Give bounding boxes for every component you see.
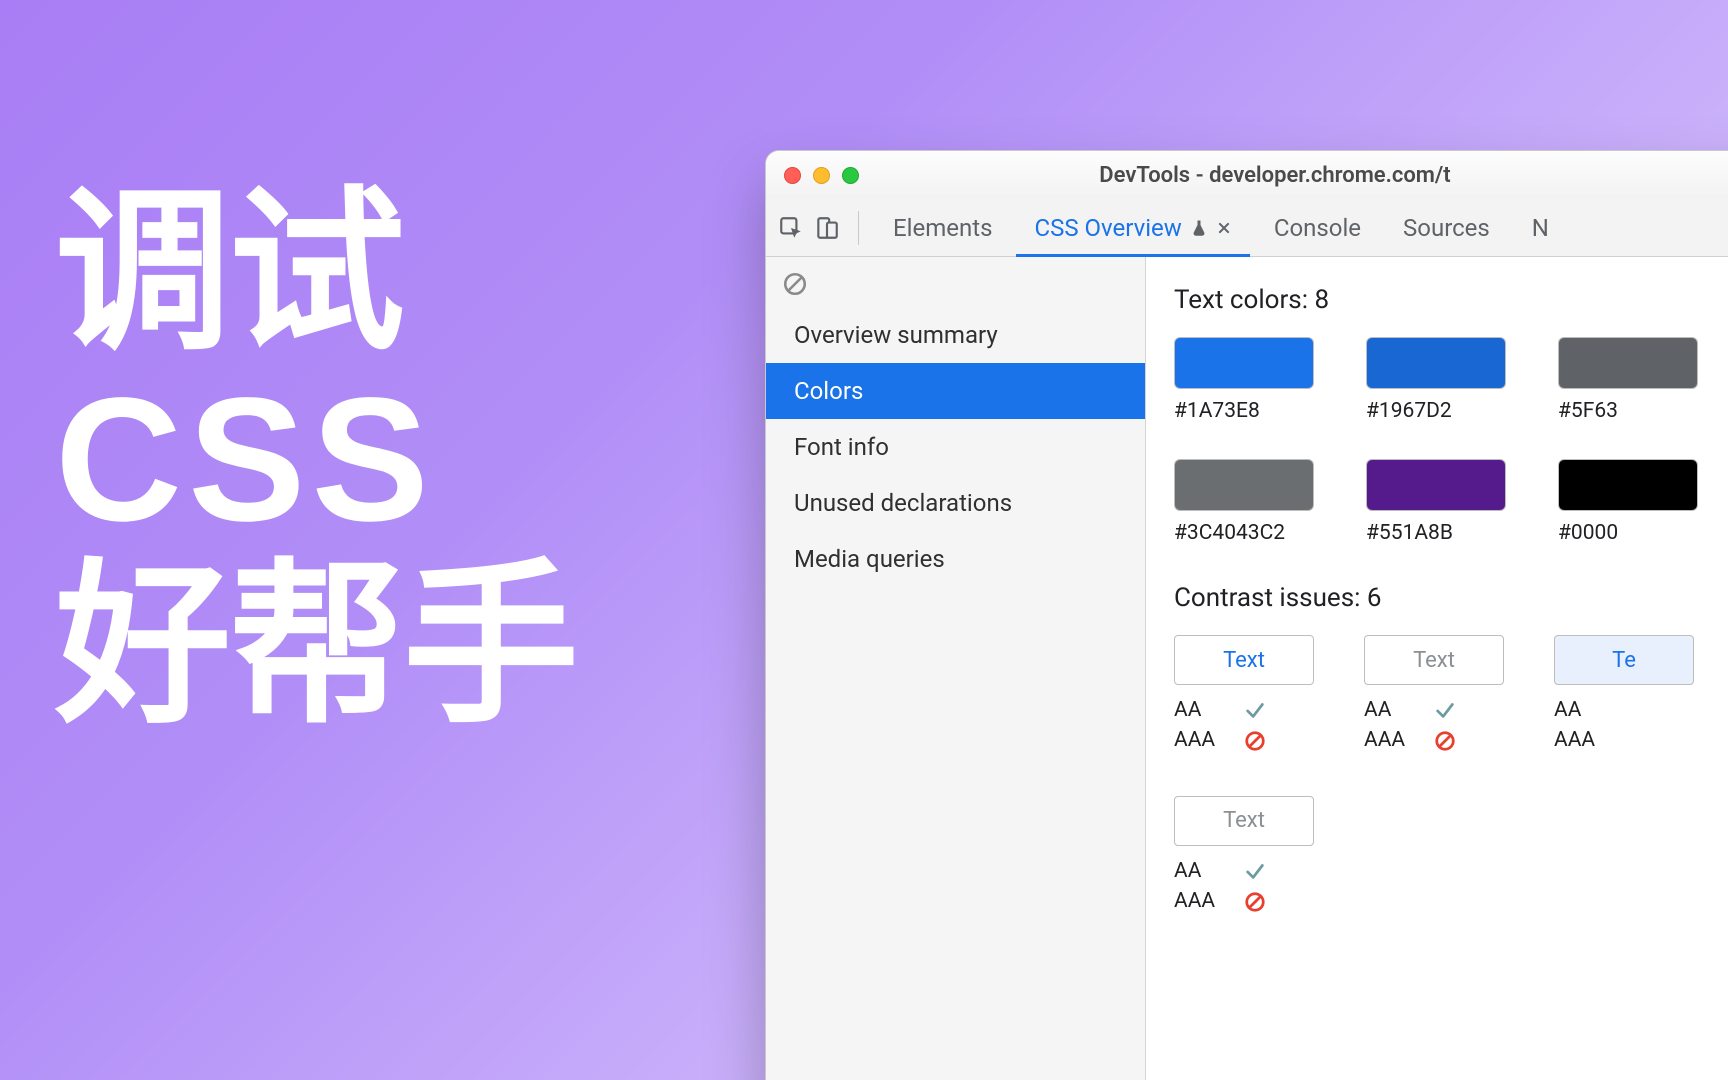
traffic-lights [784, 167, 859, 184]
contrast-aaa-label: AAA [1364, 725, 1416, 755]
sidebar-item-overview-summary[interactable]: Overview summary [766, 307, 1145, 363]
contrast-aaa-label: AAA [1174, 886, 1226, 916]
check-icon [1434, 699, 1456, 721]
sidebar-item-label: Media queries [794, 545, 945, 573]
check-icon [1244, 860, 1266, 882]
prohibited-icon [1434, 730, 1456, 752]
devtools-content: Overview summary Colors Font info Unused… [766, 257, 1728, 1080]
color-chip [1558, 459, 1698, 511]
contrast-aa-label: AA [1174, 695, 1226, 725]
color-swatch[interactable]: #1967D2 [1366, 337, 1506, 423]
contrast-aa-label: AA [1174, 856, 1226, 886]
tab-label: Sources [1403, 214, 1490, 242]
clear-overview-icon[interactable] [766, 265, 1145, 307]
css-overview-sidebar: Overview summary Colors Font info Unused… [766, 257, 1146, 1080]
tab-label: Console [1274, 214, 1361, 242]
tab-console[interactable]: Console [1256, 199, 1379, 257]
contrast-ratings: AAAAA [1554, 695, 1694, 756]
window-title: DevTools - developer.chrome.com/t [766, 163, 1728, 188]
tab-label: N [1532, 214, 1549, 242]
color-hex-label: #5F63 [1558, 399, 1698, 423]
contrast-item[interactable]: Text AAAAA [1174, 796, 1314, 917]
sidebar-item-media-queries[interactable]: Media queries [766, 531, 1145, 587]
color-swatch[interactable]: #1A73E8 [1174, 337, 1314, 423]
color-swatch[interactable]: #551A8B [1366, 459, 1506, 545]
flask-icon [1190, 218, 1208, 238]
hero-line-2: CSS [55, 367, 577, 554]
tab-elements[interactable]: Elements [875, 199, 1010, 257]
tab-sources[interactable]: Sources [1385, 199, 1508, 257]
color-swatch[interactable]: #5F63 [1558, 337, 1698, 423]
text-colors-heading: Text colors: 8 [1174, 285, 1728, 315]
contrast-aa-label: AA [1364, 695, 1416, 725]
color-chip [1558, 337, 1698, 389]
sidebar-item-unused-declarations[interactable]: Unused declarations [766, 475, 1145, 531]
color-swatch[interactable]: #3C4043C2 [1174, 459, 1314, 545]
contrast-sample-box: Text [1174, 635, 1314, 685]
contrast-sample-box: Text [1364, 635, 1504, 685]
hero-text: 调试 CSS 好帮手 [55, 180, 577, 740]
window-minimize-button[interactable] [813, 167, 830, 184]
contrast-ratings: AAAAA [1174, 695, 1314, 756]
color-hex-label: #3C4043C2 [1174, 521, 1314, 545]
color-hex-label: #0000 [1558, 521, 1698, 545]
color-hex-label: #551A8B [1366, 521, 1506, 545]
contrast-item[interactable]: Text AAAAA [1174, 635, 1314, 756]
stage: 调试 CSS 好帮手 DevTools - developer.chrome.c… [0, 0, 1728, 1080]
hero-line-3: 好帮手 [55, 553, 577, 740]
blank-icon [1624, 730, 1646, 752]
contrast-grid: TextAAAAATextAAAAATeAAAAATextAAAAA [1174, 635, 1728, 917]
contrast-sample-box: Te [1554, 635, 1694, 685]
check-icon [1244, 699, 1266, 721]
sidebar-item-label: Unused declarations [794, 489, 1012, 517]
blank-icon [1624, 699, 1646, 721]
sidebar-item-font-info[interactable]: Font info [766, 419, 1145, 475]
contrast-issues-heading: Contrast issues: 6 [1174, 583, 1728, 613]
contrast-aaa-label: AAA [1554, 725, 1606, 755]
color-chip [1174, 459, 1314, 511]
color-chip [1366, 459, 1506, 511]
sidebar-item-label: Overview summary [794, 321, 998, 349]
contrast-item[interactable]: Text AAAAA [1364, 635, 1504, 756]
prohibited-icon [1244, 891, 1266, 913]
devtools-tabstrip: Elements CSS Overview Console Sources N [766, 199, 1728, 257]
tab-css-overview[interactable]: CSS Overview [1016, 199, 1249, 257]
window-titlebar[interactable]: DevTools - developer.chrome.com/t [766, 151, 1728, 199]
inspect-element-icon[interactable] [776, 213, 806, 243]
contrast-aaa-label: AAA [1174, 725, 1226, 755]
tab-label: CSS Overview [1034, 214, 1181, 242]
tab-label: Elements [893, 214, 992, 242]
contrast-ratings: AAAAA [1174, 856, 1314, 917]
device-toolbar-icon[interactable] [812, 213, 842, 243]
window-close-button[interactable] [784, 167, 801, 184]
text-colors-grid: #1A73E8 #1967D2 #5F63 #3C4043C2 #551A8B #0000 [1174, 337, 1728, 545]
color-swatch[interactable]: #0000 [1558, 459, 1698, 545]
sidebar-item-label: Colors [794, 377, 863, 405]
tabstrip-separator [858, 211, 859, 245]
contrast-ratings: AAAAA [1364, 695, 1504, 756]
contrast-sample-box: Text [1174, 796, 1314, 846]
color-hex-label: #1A73E8 [1174, 399, 1314, 423]
tab-more[interactable]: N [1514, 199, 1567, 257]
close-tab-icon[interactable] [1216, 220, 1232, 236]
prohibited-icon [1244, 730, 1266, 752]
sidebar-item-label: Font info [794, 433, 889, 461]
css-overview-main: Text colors: 8 #1A73E8 #1967D2 #5F63 #3C404… [1146, 257, 1728, 1080]
sidebar-item-colors[interactable]: Colors [766, 363, 1145, 419]
hero-line-1: 调试 [55, 180, 577, 367]
color-chip [1174, 337, 1314, 389]
color-chip [1366, 337, 1506, 389]
devtools-window: DevTools - developer.chrome.com/t Elemen… [765, 150, 1728, 1080]
color-hex-label: #1967D2 [1366, 399, 1506, 423]
contrast-item[interactable]: Te AAAAA [1554, 635, 1694, 756]
window-zoom-button[interactable] [842, 167, 859, 184]
contrast-aa-label: AA [1554, 695, 1606, 725]
